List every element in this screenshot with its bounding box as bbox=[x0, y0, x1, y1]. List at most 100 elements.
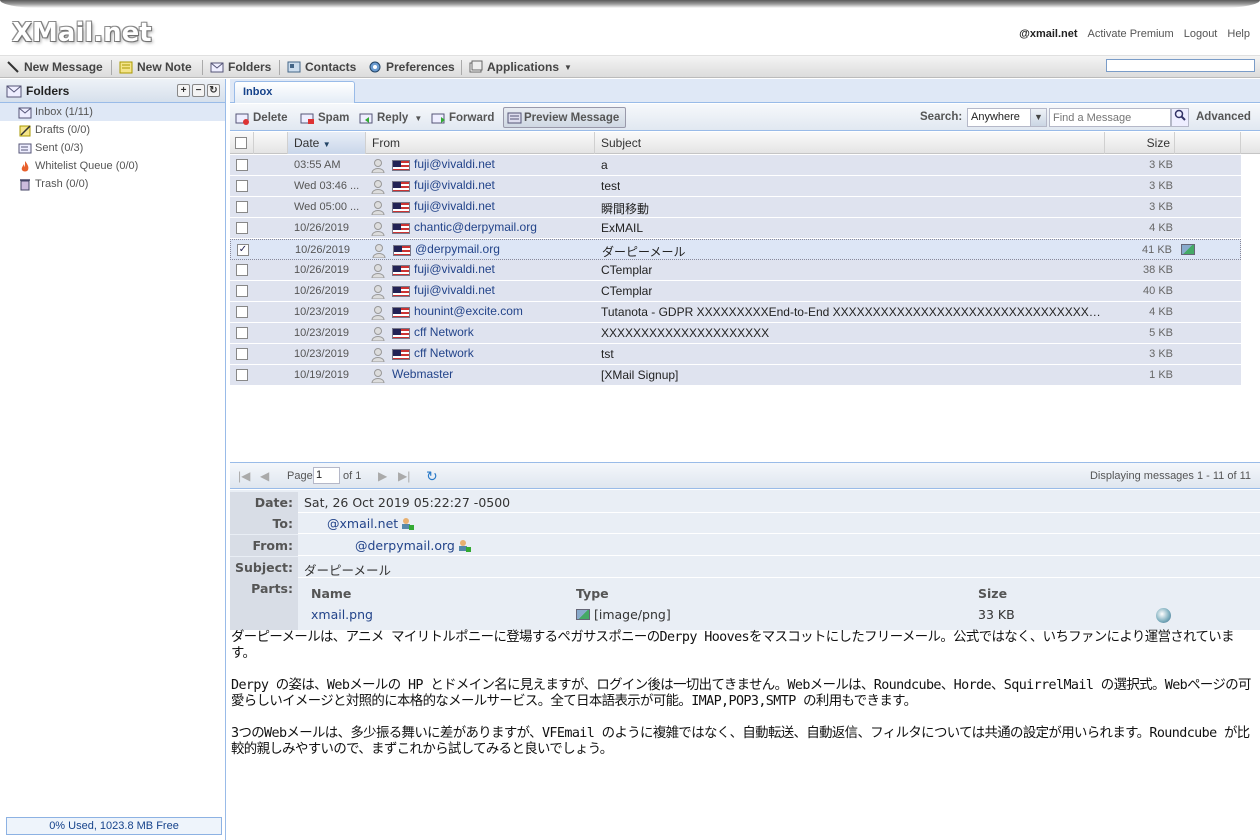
row-from[interactable]: fuji@vivaldi.net bbox=[414, 178, 495, 192]
table-row[interactable]: 10/19/2019 Webmaster [XMail Signup] 1 KB bbox=[230, 365, 1241, 386]
table-row[interactable]: 10/23/2019 hounint@excite.com Tutanota - G… bbox=[230, 302, 1241, 323]
row-checkbox[interactable] bbox=[236, 264, 248, 276]
folder-inbox[interactable]: Inbox (1/11) bbox=[0, 103, 225, 121]
app-logo[interactable]: XMail.net bbox=[12, 18, 152, 48]
row-subject[interactable]: XXXXXXXXXXXXXXXXXXXXX bbox=[601, 326, 769, 340]
refresh-folders-button[interactable]: ↻ bbox=[207, 84, 220, 97]
row-from[interactable]: cff Network bbox=[414, 346, 474, 360]
row-subject[interactable]: ExMAIL bbox=[601, 221, 643, 235]
folder-whitelist-queue[interactable]: Whitelist Queue (0/0) bbox=[0, 157, 225, 175]
row-subject[interactable]: ダーピーメール bbox=[602, 243, 686, 260]
row-subject[interactable]: Tutanota - GDPR XXXXXXXXXEnd-to-End XXXX… bbox=[601, 305, 1101, 319]
row-checkbox[interactable] bbox=[236, 201, 248, 213]
search-icon[interactable] bbox=[1171, 108, 1189, 127]
refresh-icon[interactable]: ↻ bbox=[426, 468, 442, 484]
folder-sent[interactable]: Sent (0/3) bbox=[0, 139, 225, 157]
folder-drafts[interactable]: Drafts (0/0) bbox=[0, 121, 225, 139]
advanced-search-link[interactable]: Advanced bbox=[1196, 111, 1251, 123]
row-checkbox[interactable] bbox=[236, 180, 248, 192]
table-row[interactable]: 10/26/2019 fuji@vivaldi.net CTemplar 40 KB bbox=[230, 281, 1241, 302]
date-column-header[interactable]: Date ▼ bbox=[288, 132, 366, 154]
table-row[interactable]: 03:55 AM fuji@vivaldi.net a 3 KB bbox=[230, 155, 1241, 176]
row-checkbox[interactable] bbox=[236, 285, 248, 297]
delete-button[interactable]: Delete bbox=[235, 110, 288, 126]
row-from[interactable]: fuji@vivaldi.net bbox=[414, 157, 495, 171]
spam-button[interactable]: Spam bbox=[300, 110, 349, 126]
activate-premium-link[interactable]: Activate Premium bbox=[1088, 28, 1174, 40]
row-from[interactable]: cff Network bbox=[414, 325, 474, 339]
row-checkbox[interactable] bbox=[236, 306, 248, 318]
row-checkbox[interactable] bbox=[236, 222, 248, 234]
row-checkbox[interactable] bbox=[236, 159, 248, 171]
row-checkbox[interactable]: ✓ bbox=[237, 244, 249, 256]
size-column-header[interactable]: Size bbox=[1105, 132, 1175, 154]
from-address[interactable]: @derpymail.org bbox=[355, 538, 471, 553]
sender-avatar-icon bbox=[371, 327, 385, 341]
applications-menu[interactable]: Applications ▼ bbox=[469, 59, 572, 75]
prev-page-icon[interactable]: ◀ bbox=[260, 469, 269, 483]
chevron-down-icon[interactable]: ▼ bbox=[414, 114, 422, 123]
new-note-button[interactable]: New Note bbox=[119, 59, 192, 75]
row-checkbox[interactable] bbox=[236, 348, 248, 360]
search-scope-select[interactable]: Anywhere ▼ bbox=[967, 108, 1047, 127]
row-subject[interactable]: CTemplar bbox=[601, 263, 652, 277]
add-contact-icon[interactable] bbox=[400, 517, 415, 530]
folders-button[interactable]: Folders bbox=[210, 59, 271, 75]
page-number-input[interactable]: 1 bbox=[313, 467, 340, 484]
row-from[interactable]: hounint@excite.com bbox=[414, 304, 523, 318]
new-message-button[interactable]: New Message bbox=[6, 59, 103, 75]
folders-icon bbox=[210, 60, 224, 74]
new-note-label: New Note bbox=[137, 60, 192, 74]
row-subject[interactable]: tst bbox=[601, 347, 614, 361]
attachment-name-link[interactable]: xmail.png bbox=[311, 607, 373, 622]
subject-column-header[interactable]: Subject bbox=[595, 132, 1105, 154]
row-subject[interactable]: [XMail Signup] bbox=[601, 368, 678, 382]
to-address[interactable]: @xmail.net bbox=[327, 516, 415, 531]
sender-avatar-icon bbox=[371, 306, 385, 320]
first-page-icon[interactable]: |◀ bbox=[238, 469, 250, 483]
from-column-header[interactable]: From bbox=[366, 132, 595, 154]
table-row[interactable]: Wed 05:00 ... fuji@vivaldi.net 瞬間移動 3 KB bbox=[230, 197, 1241, 218]
row-from[interactable]: fuji@vivaldi.net bbox=[414, 199, 495, 213]
row-from[interactable]: fuji@vivaldi.net bbox=[414, 262, 495, 276]
row-subject[interactable]: CTemplar bbox=[601, 284, 652, 298]
preferences-button[interactable]: Preferences bbox=[368, 59, 455, 75]
folder-trash[interactable]: Trash (0/0) bbox=[0, 175, 225, 193]
help-link[interactable]: Help bbox=[1227, 28, 1250, 40]
add-folder-button[interactable]: + bbox=[177, 84, 190, 97]
table-row[interactable]: Wed 03:46 ... fuji@vivaldi.net test 3 KB bbox=[230, 176, 1241, 197]
row-checkbox[interactable] bbox=[236, 327, 248, 339]
remove-folder-button[interactable]: − bbox=[192, 84, 205, 97]
row-size: 40 KB bbox=[1143, 285, 1173, 297]
row-from[interactable]: chantic@derpymail.org bbox=[414, 220, 537, 234]
grid-scrollbar[interactable] bbox=[1241, 154, 1260, 462]
forward-button[interactable]: Forward bbox=[431, 110, 494, 126]
last-page-icon[interactable]: ▶| bbox=[398, 469, 410, 483]
next-page-icon[interactable]: ▶ bbox=[378, 469, 387, 483]
row-checkbox[interactable] bbox=[236, 369, 248, 381]
preview-message-button[interactable]: Preview Message bbox=[503, 107, 626, 128]
drafts-icon bbox=[18, 124, 32, 137]
reply-button[interactable]: Reply ▼ bbox=[359, 110, 422, 126]
table-row[interactable]: ✓ 10/26/2019 @derpymail.org ダーピーメール 41 KB bbox=[230, 239, 1241, 260]
add-contact-icon[interactable] bbox=[457, 539, 471, 552]
search-input[interactable] bbox=[1049, 108, 1171, 127]
row-from[interactable]: @derpymail.org bbox=[415, 242, 500, 256]
logout-link[interactable]: Logout bbox=[1184, 28, 1218, 40]
contacts-button[interactable]: Contacts bbox=[287, 59, 356, 75]
table-row[interactable]: 10/23/2019 cff Network XXXXXXXXXXXXXXXXXXX… bbox=[230, 323, 1241, 344]
select-all-column[interactable] bbox=[230, 132, 254, 154]
folders-panel-title: Folders bbox=[26, 83, 70, 98]
row-subject[interactable]: test bbox=[601, 179, 620, 193]
table-row[interactable]: 10/23/2019 cff Network tst 3 KB bbox=[230, 344, 1241, 365]
row-subject[interactable]: 瞬間移動 bbox=[601, 200, 649, 217]
from-label: From: bbox=[230, 535, 298, 556]
table-row[interactable]: 10/26/2019 chantic@derpymail.org ExMAIL 4 K… bbox=[230, 218, 1241, 239]
row-subject[interactable]: a bbox=[601, 158, 608, 172]
save-attachment-icon[interactable] bbox=[1156, 608, 1171, 623]
tab-inbox[interactable]: Inbox bbox=[234, 81, 355, 103]
table-row[interactable]: 10/26/2019 fuji@vivaldi.net CTemplar 38 KB bbox=[230, 260, 1241, 281]
row-from[interactable]: Webmaster bbox=[392, 367, 453, 381]
select-all-checkbox[interactable] bbox=[235, 137, 247, 149]
row-from[interactable]: fuji@vivaldi.net bbox=[414, 283, 495, 297]
